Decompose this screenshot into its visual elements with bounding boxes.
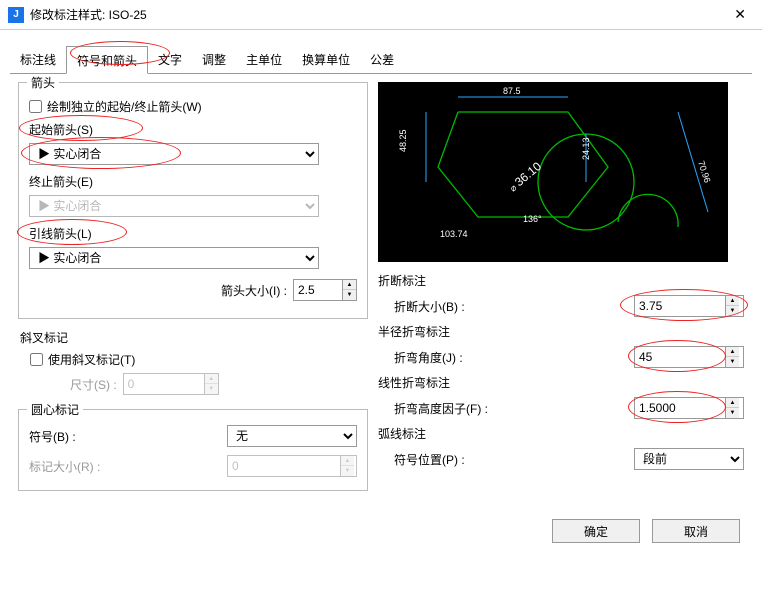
break-dim-title: 折断标注 xyxy=(378,272,744,289)
break-dim-up[interactable]: ▲ xyxy=(726,296,739,306)
svg-text:48.25: 48.25 xyxy=(398,129,408,152)
end-arrow-select: ▶ 实心闭合 xyxy=(29,195,319,217)
app-icon: J xyxy=(8,7,24,23)
independent-arrowheads-label: 绘制独立的起始/终止箭头(W) xyxy=(47,98,202,115)
tab-alt-units[interactable]: 换算单位 xyxy=(292,46,360,74)
arrow-size-down[interactable]: ▼ xyxy=(343,290,356,300)
arrow-size-input[interactable] xyxy=(294,280,342,300)
linear-jog-label: 折弯高度因子(F) : xyxy=(394,400,488,417)
arc-pos-select[interactable]: 段前 xyxy=(634,448,744,470)
tab-tolerance[interactable]: 公差 xyxy=(360,46,404,74)
break-dim-input[interactable] xyxy=(635,296,725,316)
cancel-button[interactable]: 取消 xyxy=(652,519,740,543)
center-size-up: ▲ xyxy=(341,456,354,466)
use-cross-checkbox[interactable] xyxy=(30,353,43,366)
tab-fit[interactable]: 调整 xyxy=(192,46,236,74)
ok-button[interactable]: 确定 xyxy=(552,519,640,543)
svg-text:87.5: 87.5 xyxy=(503,86,521,96)
start-arrow-select[interactable]: ▶ 实心闭合 xyxy=(29,143,319,165)
arc-label: 符号位置(P) : xyxy=(394,451,465,468)
tab-bar: 标注线 符号和箭头 文字 调整 主单位 换算单位 公差 xyxy=(10,45,752,74)
tab-dimline[interactable]: 标注线 xyxy=(10,46,66,74)
cross-size-label: 尺寸(S) : xyxy=(70,376,117,393)
svg-text:24.13: 24.13 xyxy=(581,137,591,160)
close-icon[interactable]: ✕ xyxy=(726,2,754,27)
leader-arrow-label: 引线箭头(L) xyxy=(29,227,92,241)
linear-jog-title: 线性折弯标注 xyxy=(378,374,744,391)
center-size-label: 标记大小(R) : xyxy=(29,458,100,475)
arrow-size-up[interactable]: ▲ xyxy=(343,280,356,290)
radius-jog-title: 半径折弯标注 xyxy=(378,323,744,340)
tab-primary-units[interactable]: 主单位 xyxy=(236,46,292,74)
svg-text:136°: 136° xyxy=(523,214,542,224)
cross-size-down: ▼ xyxy=(205,384,218,394)
break-dim-down[interactable]: ▼ xyxy=(726,306,739,316)
arrow-size-label: 箭头大小(I) : xyxy=(221,282,287,299)
radius-jog-input[interactable] xyxy=(635,347,725,367)
radius-jog-up[interactable]: ▲ xyxy=(726,347,739,357)
cross-size-input xyxy=(124,374,204,394)
tab-text[interactable]: 文字 xyxy=(148,46,192,74)
radius-jog-down[interactable]: ▼ xyxy=(726,357,739,367)
cross-group-title: 斜叉标记 xyxy=(20,329,366,346)
linear-jog-input[interactable] xyxy=(635,398,725,418)
radius-jog-label: 折弯角度(J) : xyxy=(394,349,463,366)
linear-jog-up[interactable]: ▲ xyxy=(726,398,739,408)
preview-panel: 87.5 48.25 24.13 ⌀ 36.10 136° 103.74 70.… xyxy=(378,82,728,262)
tab-symbols-arrows[interactable]: 符号和箭头 xyxy=(66,46,148,74)
title-bar: J 修改标注样式: ISO-25 ✕ xyxy=(0,0,762,30)
center-symbol-select[interactable]: 无 xyxy=(227,425,357,447)
cross-size-up: ▲ xyxy=(205,374,218,384)
center-symbol-label: 符号(B) : xyxy=(29,428,76,445)
arrows-group: 箭头 绘制独立的起始/终止箭头(W) 起始箭头(S) ▶ 实心闭合 终止箭头(E… xyxy=(18,82,368,319)
cross-mark-group: 斜叉标记 使用斜叉标记(T) 尺寸(S) : ▲▼ xyxy=(18,329,368,395)
center-size-down: ▼ xyxy=(341,466,354,476)
arrows-group-title: 箭头 xyxy=(27,74,59,91)
arc-title: 弧线标注 xyxy=(378,425,744,442)
window-title: 修改标注样式: ISO-25 xyxy=(30,6,726,23)
end-arrow-label: 终止箭头(E) xyxy=(29,173,357,190)
linear-jog-down[interactable]: ▼ xyxy=(726,408,739,418)
break-dim-label: 折断大小(B) : xyxy=(394,298,465,315)
center-mark-group: 圆心标记 符号(B) : 无 标记大小(R) : ▲▼ xyxy=(18,409,368,491)
center-mark-title: 圆心标记 xyxy=(27,401,83,418)
independent-arrowheads-checkbox[interactable] xyxy=(29,100,42,113)
leader-arrow-select[interactable]: ▶ 实心闭合 xyxy=(29,247,319,269)
center-size-input xyxy=(228,456,340,476)
svg-text:103.74: 103.74 xyxy=(440,229,468,239)
use-cross-label: 使用斜叉标记(T) xyxy=(48,351,135,368)
start-arrow-label: 起始箭头(S) xyxy=(29,123,93,137)
independent-arrowheads-checkbox-row: 绘制独立的起始/终止箭头(W) xyxy=(29,98,357,115)
